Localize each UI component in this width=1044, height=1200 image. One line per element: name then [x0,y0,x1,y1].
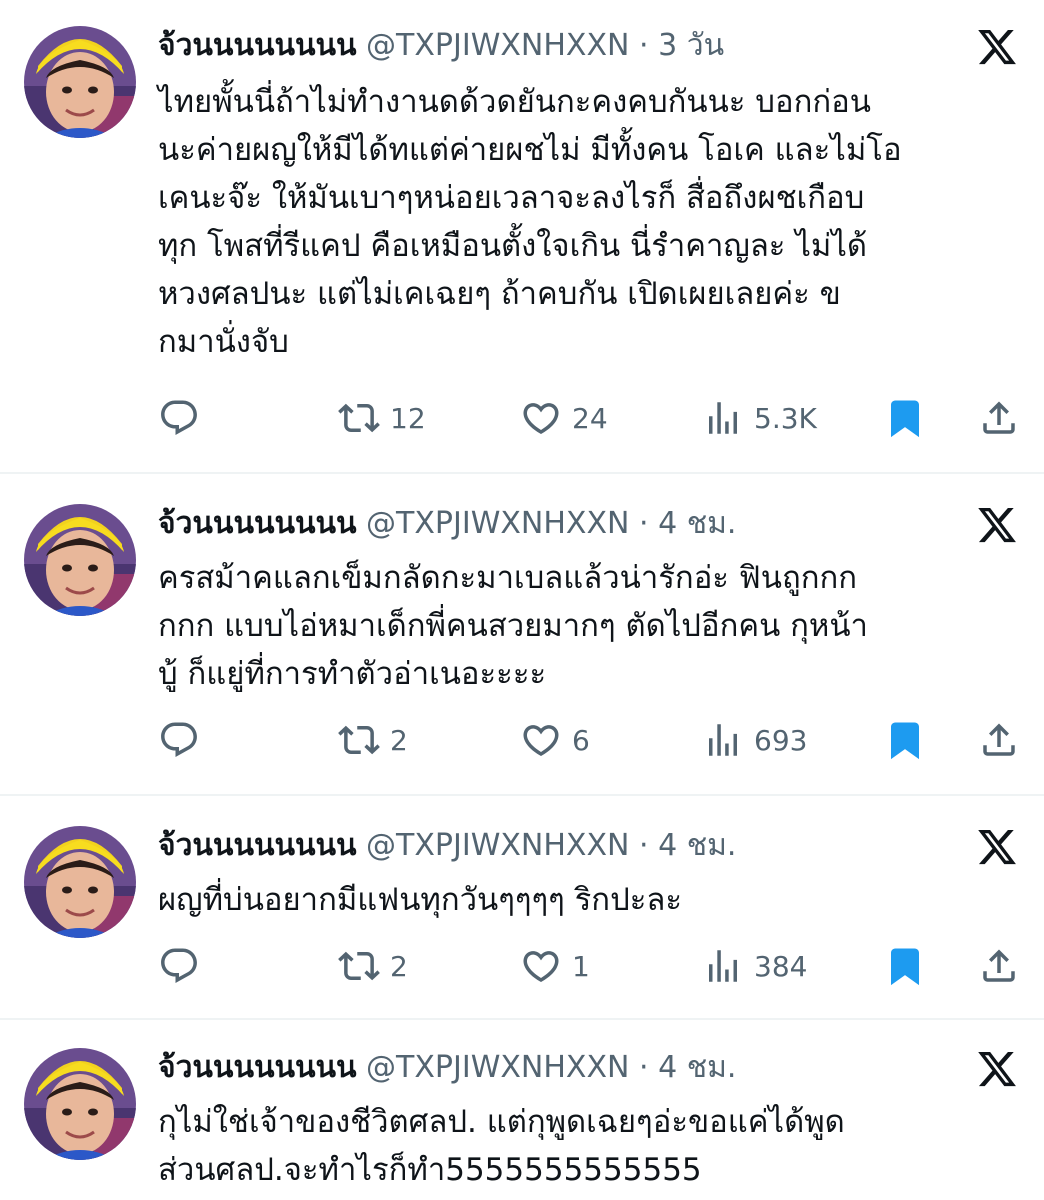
share-icon [978,945,1020,987]
display-name[interactable]: จ้วนนนนนนนน [158,506,357,541]
share-button[interactable] [978,944,1020,988]
separator-dot: · [639,506,649,541]
tweet[interactable]: จ้วนนนนนนนน @TXPJIWXNHXXN · 3 วัน ไทยพั้… [0,26,1044,466]
retweet-button[interactable]: 2 [338,718,408,762]
user-handle[interactable]: @TXPJIWXNHXXN [366,506,629,541]
like-button[interactable]: 1 [520,944,590,988]
avatar[interactable] [24,1048,136,1160]
avatar[interactable] [24,504,136,616]
user-handle[interactable]: @TXPJIWXNHXXN [366,28,629,63]
views-button[interactable]: 5.3K [702,396,817,440]
timestamp[interactable]: 3 วัน [658,28,724,63]
share-icon [978,397,1020,439]
tweet-text: กุไม่ใช่เจ้าของชีวิตศลป. แต่กุพูดเฉยๆอ่ะ… [158,1104,845,1188]
views-button[interactable]: 693 [702,718,807,762]
view-count: 693 [754,723,808,757]
retweet-count: 12 [390,401,426,435]
reply-icon [158,719,200,761]
views-button[interactable]: 384 [702,944,807,988]
divider [0,794,1044,796]
view-count: 5.3K [754,401,817,435]
bookmark-button[interactable] [884,944,926,988]
retweet-icon [338,397,380,439]
tweet-actions: 12 24 5.3K [158,396,1024,440]
x-logo-icon [976,504,1018,546]
bookmark-filled-icon [884,397,926,439]
retweet-button[interactable]: 12 [338,396,426,440]
heart-icon [520,945,562,987]
separator-dot: · [639,28,649,63]
divider [0,472,1044,474]
user-handle[interactable]: @TXPJIWXNHXXN [366,1050,629,1085]
x-logo-icon [976,26,1018,68]
tweet-text: ครสม้าคแลกเข็มกลัดกะมาเบลแล้วน่ารักอ่ะ ฟ… [158,560,868,692]
timestamp[interactable]: 4 ชม. [658,506,736,541]
like-count: 24 [572,401,608,435]
bookmark-filled-icon [884,945,926,987]
views-icon [702,719,744,761]
retweet-button[interactable]: 2 [338,944,408,988]
display-name[interactable]: จ้วนนนนนนนน [158,28,357,63]
like-button[interactable]: 6 [520,718,590,762]
like-button[interactable]: 24 [520,396,608,440]
tweet-header: จ้วนนนนนนนน @TXPJIWXNHXXN · 3 วัน [158,26,954,66]
display-name[interactable]: จ้วนนนนนนนน [158,1050,357,1085]
tweet-actions: 2 6 693 [158,718,1024,762]
retweet-count: 2 [390,723,408,757]
share-button[interactable] [978,718,1020,762]
reply-icon [158,945,200,987]
share-button[interactable] [978,396,1020,440]
display-name[interactable]: จ้วนนนนนนนน [158,828,357,863]
x-logo-icon [976,826,1018,868]
divider [0,1018,1044,1020]
view-count: 384 [754,949,808,983]
like-count: 6 [572,723,590,757]
tweet-actions: 2 1 384 [158,944,1024,988]
reply-icon [158,397,200,439]
tweet-header: จ้วนนนนนนนน @TXPJIWXNHXXN · 4 ชม. [158,1048,954,1088]
bookmark-button[interactable] [884,718,926,762]
separator-dot: · [639,1050,649,1085]
tweet-text: ไทยพั้นนี่ถ้าไม่ทำงานดด้วดยันกะคงคบกันนะ… [158,84,902,360]
share-icon [978,719,1020,761]
timestamp[interactable]: 4 ชม. [658,1050,736,1085]
separator-dot: · [639,828,649,863]
bookmark-button[interactable] [884,396,926,440]
heart-icon [520,719,562,761]
reply-button[interactable] [158,944,200,988]
tweet-header: จ้วนนนนนนนน @TXPJIWXNHXXN · 4 ชม. [158,826,954,866]
tweet[interactable]: จ้วนนนนนนนน @TXPJIWXNHXXN · 4 ชม. ผญที่บ… [0,826,1044,1006]
user-handle[interactable]: @TXPJIWXNHXXN [366,828,629,863]
tweet-header: จ้วนนนนนนนน @TXPJIWXNHXXN · 4 ชม. [158,504,954,544]
views-icon [702,945,744,987]
like-count: 1 [572,949,590,983]
timestamp[interactable]: 4 ชม. [658,828,736,863]
retweet-icon [338,945,380,987]
tweet[interactable]: จ้วนนนนนนนน @TXPJIWXNHXXN · 4 ชม. ครสม้า… [0,504,1044,784]
avatar[interactable] [24,26,136,138]
reply-button[interactable] [158,396,200,440]
tweet[interactable]: จ้วนนนนนนนน @TXPJIWXNHXXN · 4 ชม. กุไม่ใ… [0,1048,1044,1200]
avatar[interactable] [24,826,136,938]
x-logo-icon [976,1048,1018,1090]
views-icon [702,397,744,439]
retweet-count: 2 [390,949,408,983]
reply-button[interactable] [158,718,200,762]
retweet-icon [338,719,380,761]
heart-icon [520,397,562,439]
bookmark-filled-icon [884,719,926,761]
tweet-text: ผญที่บ่นอยากมีแฟนทุกวันๆๆๆๆ ริกปะละ [158,882,683,918]
